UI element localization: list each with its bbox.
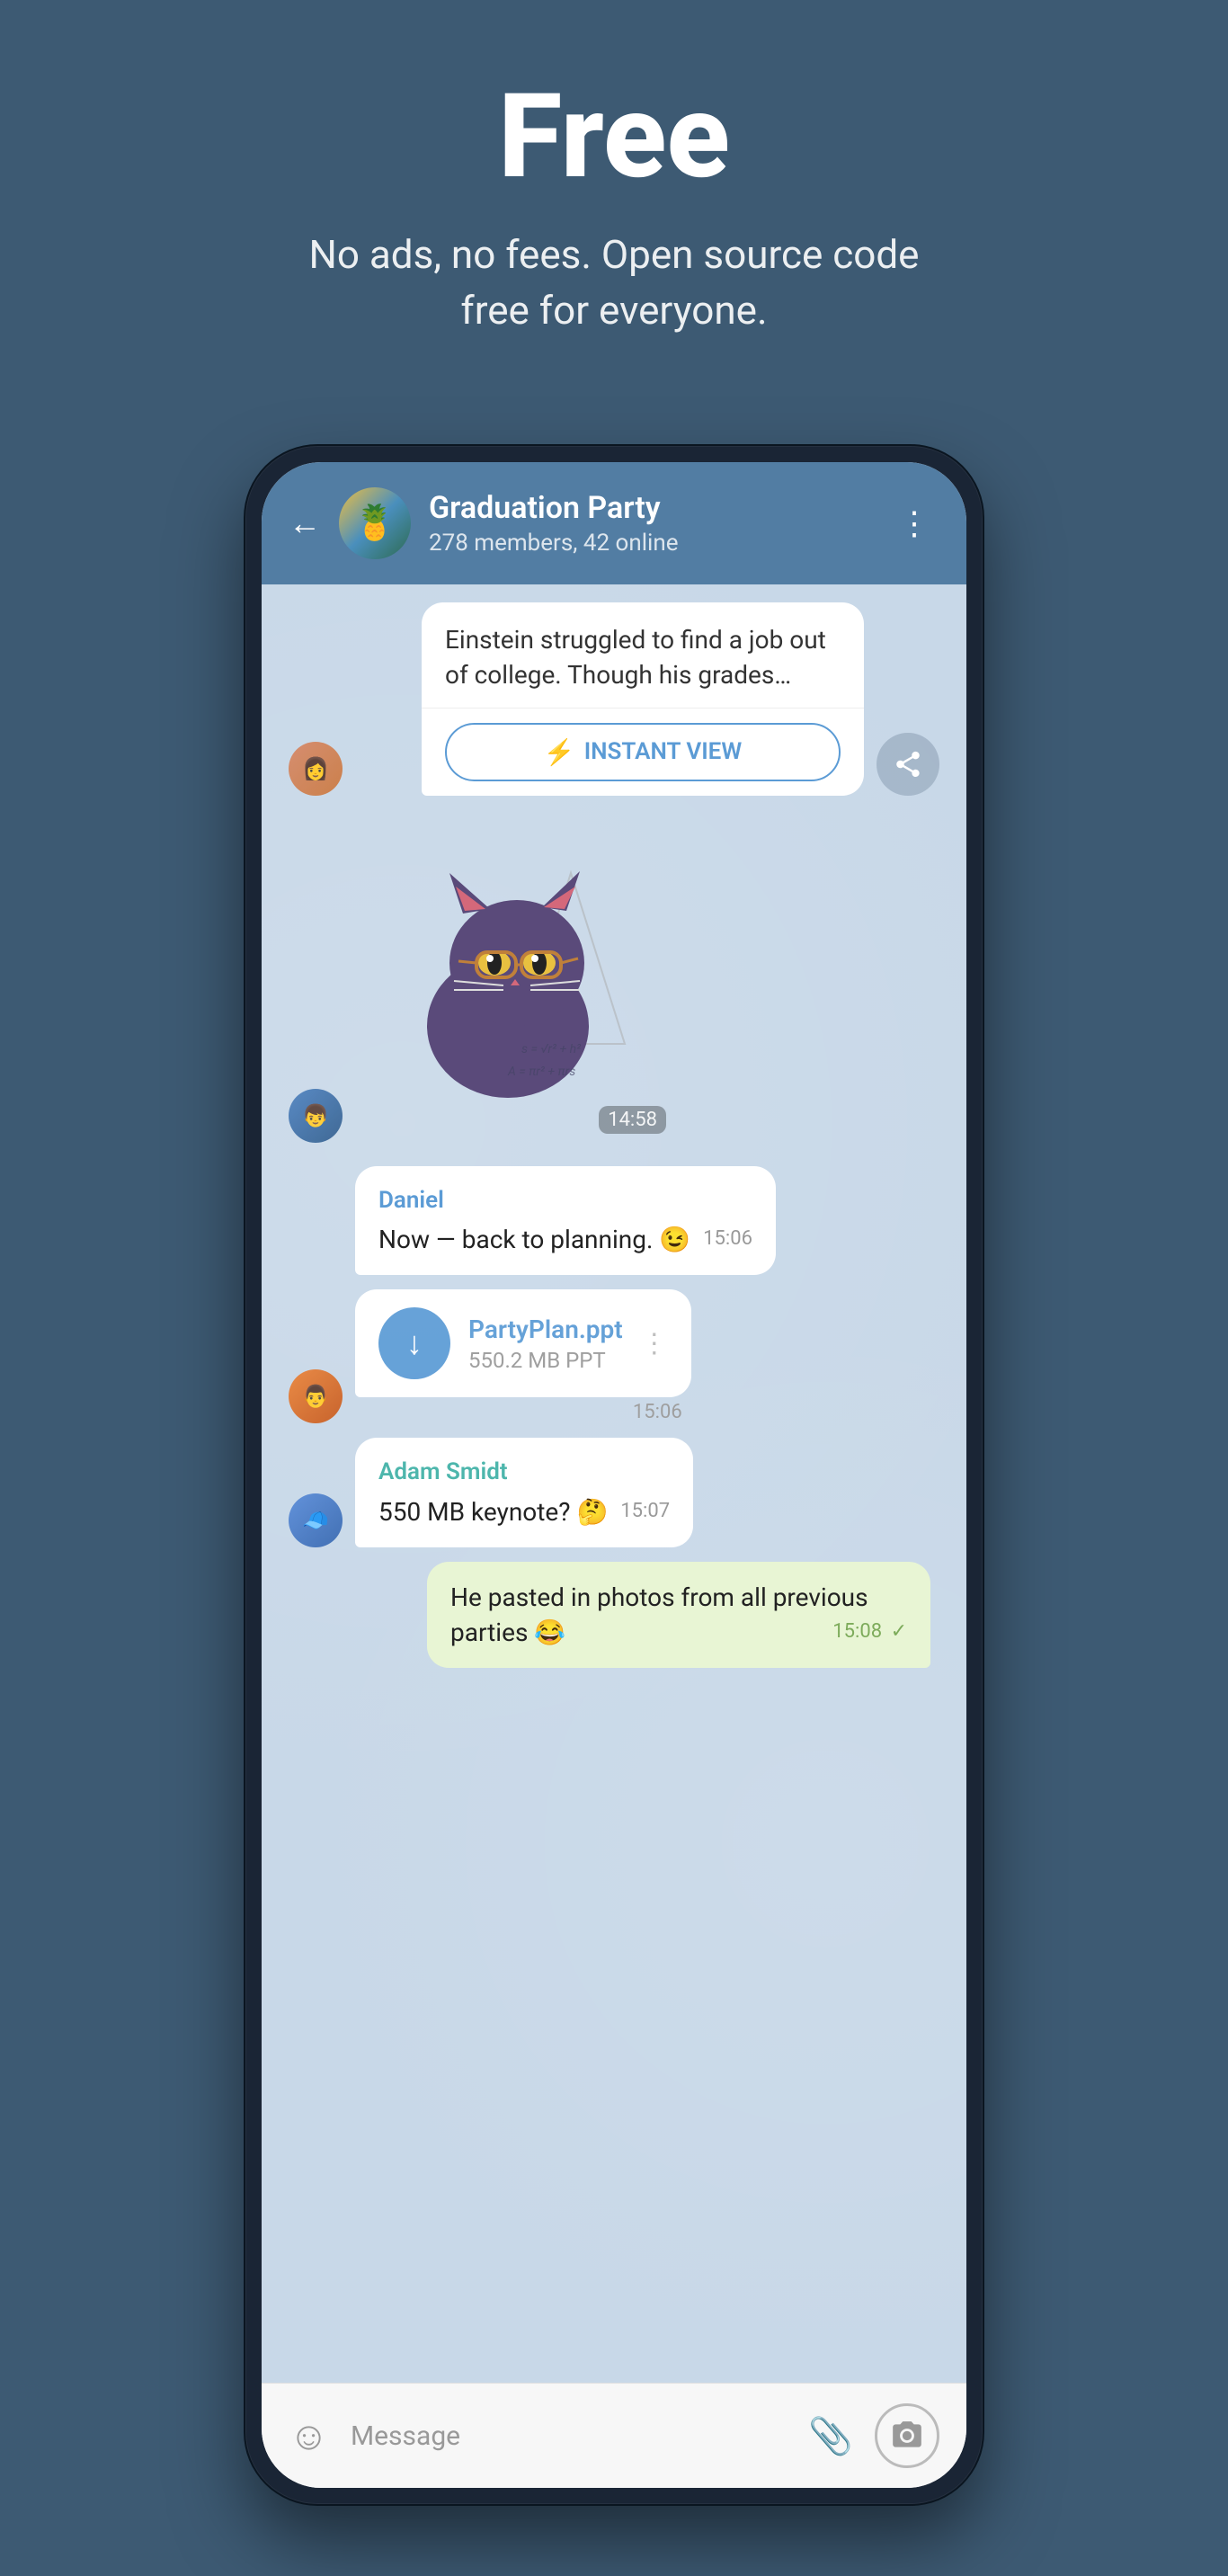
iv-button-label: INSTANT VIEW: [584, 738, 743, 765]
sender-avatar-boy2: 👨: [289, 1369, 343, 1423]
sender-avatar-boy3: 🧢: [289, 1493, 343, 1547]
header-menu-button[interactable]: ⋮: [898, 504, 930, 542]
svg-text:A = πr² + πrs: A = πr² + πrs: [507, 1065, 575, 1079]
camera-icon: [890, 2419, 924, 2453]
daniel-bubble: Daniel Now — back to planning. 😉 15:06: [355, 1166, 776, 1276]
download-icon: ↓: [406, 1324, 423, 1362]
group-name: Graduation Party: [429, 490, 880, 526]
sticker-bubble: A = πr² V = l² P = 2πr A = πr² s = √(r²+…: [355, 819, 679, 1143]
adam-message-text: 550 MB keynote? 🤔: [378, 1497, 608, 1527]
avatar-emoji: 🍍: [353, 504, 396, 543]
iv-button-area: ⚡ INSTANT VIEW: [422, 709, 864, 796]
iv-bubble: Einstein struggled to find a job out of …: [422, 602, 864, 795]
daniel-sender-name: Daniel: [378, 1184, 752, 1217]
daniel-message-row: Daniel Now — back to planning. 😉 15:06: [289, 1166, 939, 1276]
back-button[interactable]: ←: [289, 504, 321, 542]
self-message-text: He pasted in photos from all previous pa…: [450, 1582, 868, 1647]
adam-bubble: Adam Smidt 550 MB keynote? 🤔 15:07: [355, 1438, 693, 1547]
message-input[interactable]: Message: [351, 2420, 787, 2452]
phone-inner: ← 🍍 Graduation Party 278 members, 42 onl…: [262, 462, 966, 2488]
hero-section: Free No ads, no fees. Open source code f…: [0, 0, 1228, 392]
svg-text:s = √r² + h²: s = √r² + h²: [521, 1042, 582, 1056]
sticker-image: A = πr² V = l² P = 2πr A = πr² s = √(r²+…: [364, 828, 670, 1134]
hero-title: Free: [36, 72, 1192, 201]
chat-input-bar: ☺ Message 📎: [262, 2383, 966, 2488]
file-info: PartyPlan.ppt 550.2 MB PPT: [468, 1315, 623, 1373]
iv-text: Einstein struggled to find a job out of …: [422, 602, 864, 708]
share-button[interactable]: [877, 733, 939, 796]
instant-view-button[interactable]: ⚡ INSTANT VIEW: [445, 723, 841, 781]
phone-frame: ← 🍍 Graduation Party 278 members, 42 onl…: [245, 446, 983, 2504]
daniel-message-time: 15:06: [703, 1226, 752, 1253]
self-bubble: He pasted in photos from all previous pa…: [427, 1562, 930, 1668]
file-size: 550.2 MB PPT: [468, 1348, 623, 1373]
file-time: 15:06: [355, 1401, 691, 1423]
instant-view-row: 👩 Einstein struggled to find a job out o…: [289, 602, 939, 795]
sender-avatar-girl: 👩: [289, 742, 343, 796]
file-name: PartyPlan.ppt: [468, 1315, 623, 1344]
self-message-row: He pasted in photos from all previous pa…: [289, 1562, 939, 1668]
lightning-icon: ⚡: [544, 737, 575, 767]
adam-sender-name: Adam Smidt: [378, 1456, 670, 1488]
chat-body: 👩 Einstein struggled to find a job out o…: [262, 584, 966, 2383]
camera-button[interactable]: [875, 2403, 939, 2468]
read-checkmark: ✓: [891, 1620, 907, 1643]
file-menu-button[interactable]: ⋮: [641, 1328, 668, 1359]
file-bubble: ↓ PartyPlan.ppt 550.2 MB PPT ⋮: [355, 1289, 691, 1397]
adam-message-row: 🧢 Adam Smidt 550 MB keynote? 🤔 15:07: [289, 1438, 939, 1547]
group-status: 278 members, 42 online: [429, 530, 880, 557]
hero-subtitle: No ads, no fees. Open source code free f…: [299, 227, 929, 338]
file-download-button[interactable]: ↓: [378, 1307, 450, 1379]
group-avatar: 🍍: [339, 487, 411, 559]
adam-message-time: 15:07: [620, 1498, 670, 1526]
self-message-time: 15:08 ✓: [832, 1618, 907, 1646]
sender-avatar-boy1: 👦: [289, 1089, 343, 1143]
file-message-container: ↓ PartyPlan.ppt 550.2 MB PPT ⋮ 15:06: [355, 1289, 691, 1423]
chat-header: ← 🍍 Graduation Party 278 members, 42 onl…: [262, 462, 966, 584]
instant-view-message: Einstein struggled to find a job out of …: [422, 602, 864, 795]
daniel-message-text: Now — back to planning. 😉: [378, 1225, 690, 1254]
phone-wrapper: ← 🍍 Graduation Party 278 members, 42 onl…: [245, 446, 983, 2504]
cat-sticker-svg: s = √r² + h² A = πr² + πrs: [391, 846, 643, 1116]
share-icon: [893, 749, 923, 780]
header-info: Graduation Party 278 members, 42 online: [429, 490, 880, 557]
attach-button[interactable]: 📎: [808, 2415, 853, 2457]
emoji-button[interactable]: ☺: [289, 2412, 329, 2459]
file-message-row: 👨 ↓ PartyPlan.ppt 550.2 MB PPT ⋮: [289, 1289, 939, 1423]
sticker-row: 👦 A = πr² V = l² P = 2πr A = πr² s = √(r…: [289, 810, 939, 1152]
